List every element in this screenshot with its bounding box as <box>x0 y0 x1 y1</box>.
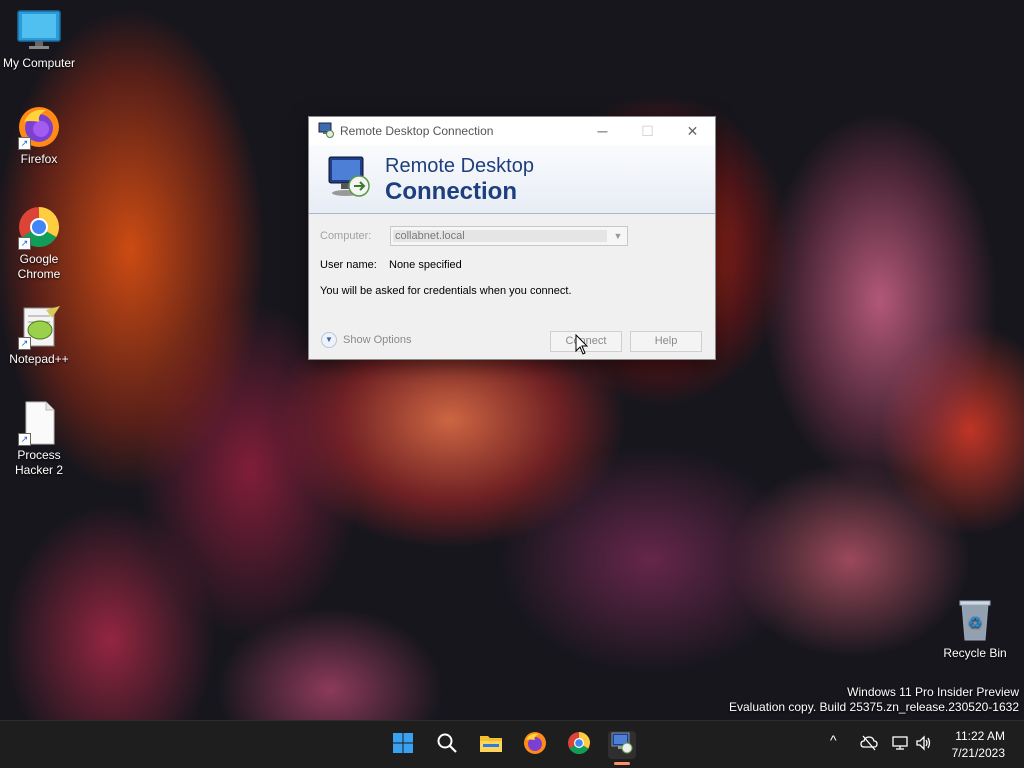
computer-label: Computer: <box>320 230 372 242</box>
username-value: None specified <box>389 259 462 271</box>
show-options-label: Show Options <box>343 334 412 346</box>
svg-text:♻: ♻ <box>968 613 982 632</box>
cloud-offline-icon[interactable] <box>860 735 878 754</box>
firefox-taskbar-button[interactable] <box>521 731 549 759</box>
watermark-build: Evaluation copy. Build 25375.zn_release.… <box>729 700 1019 714</box>
desktop-icon-label: Firefox <box>20 152 58 166</box>
maximize-button: ☐ <box>641 122 654 139</box>
show-hidden-icons-chevron-icon[interactable]: ^ <box>830 732 837 748</box>
show-options-toggle[interactable]: ▼ Show Options <box>321 332 411 348</box>
minimize-button[interactable]: ─ <box>580 123 625 139</box>
taskbar: ^ 11:22 AM 7/21/2023 <box>0 720 1024 768</box>
volume-icon[interactable] <box>915 735 933 754</box>
search-icon <box>436 732 458 759</box>
active-app-indicator <box>614 762 630 765</box>
taskbar-clock[interactable]: 11:22 AM 7/21/2023 <box>952 728 1005 762</box>
start-button[interactable] <box>389 731 417 759</box>
recycle-bin-icon: ♻ <box>952 598 998 644</box>
shortcut-arrow-icon: ↗ <box>18 337 31 350</box>
firefox-icon: ↗ <box>16 104 62 150</box>
banner-title-line2: Connection <box>385 178 517 205</box>
banner-title-line1: Remote Desktop <box>385 155 534 177</box>
mouse-cursor-icon <box>575 333 589 361</box>
firefox-icon <box>523 731 547 760</box>
shortcut-arrow-icon: ↗ <box>18 237 31 250</box>
folder-icon <box>479 732 503 759</box>
search-button[interactable] <box>433 731 461 759</box>
dialog-banner: Remote Desktop Connection <box>309 145 715 214</box>
desktop: My Computer ↗ Firefox ↗ Google Chrome ↗ … <box>0 0 1024 768</box>
chevron-down-icon: ▼ <box>321 332 337 348</box>
username-label: User name: <box>320 259 377 271</box>
chrome-icon: ↗ <box>16 204 62 250</box>
dialog-titlebar[interactable]: Remote Desktop Connection ─ ☐ ✕ <box>309 117 715 145</box>
desktop-icon-label: Google Chrome <box>17 252 61 281</box>
desktop-icon-recycle-bin[interactable]: ♻ Recycle Bin <box>936 598 1014 661</box>
desktop-icon-label: Notepad++ <box>9 352 69 366</box>
shortcut-arrow-icon: ↗ <box>18 137 31 150</box>
desktop-icon-my-computer[interactable]: My Computer <box>0 8 78 71</box>
remote-desktop-dialog: Remote Desktop Connection ─ ☐ ✕ Remote D… <box>308 116 716 360</box>
desktop-icon-notepad-plus-plus[interactable]: ↗ Notepad++ <box>0 304 78 367</box>
remote-desktop-taskbar-button[interactable] <box>608 731 636 759</box>
monitor-icon <box>0 8 78 54</box>
clock-date: 7/21/2023 <box>951 746 1005 760</box>
clock-time: 11:22 AM <box>955 729 1005 743</box>
network-icon[interactable] <box>891 735 909 754</box>
chrome-taskbar-button[interactable] <box>565 731 593 759</box>
desktop-icon-label: Recycle Bin <box>943 646 1007 660</box>
desktop-icon-label: My Computer <box>2 56 76 70</box>
close-button[interactable]: ✕ <box>670 123 715 140</box>
computer-combobox[interactable]: collabnet.local ▼ <box>390 226 628 246</box>
remote-desktop-icon <box>318 122 334 141</box>
file-icon: ↗ <box>16 400 62 446</box>
desktop-icon-firefox[interactable]: ↗ Firefox <box>0 104 78 167</box>
remote-desktop-monitor-icon <box>325 153 373 204</box>
chevron-down-icon[interactable]: ▼ <box>609 227 627 245</box>
windows-logo-icon <box>392 732 414 759</box>
desktop-icon-process-hacker[interactable]: ↗ Process Hacker 2 <box>0 400 78 478</box>
chrome-icon <box>567 731 591 760</box>
dialog-title: Remote Desktop Connection <box>340 124 494 138</box>
credentials-info-text: You will be asked for credentials when y… <box>320 285 572 297</box>
file-explorer-button[interactable] <box>477 731 505 759</box>
remote-desktop-icon <box>610 731 634 760</box>
desktop-icon-label: Process Hacker 2 <box>14 448 64 477</box>
shortcut-arrow-icon: ↗ <box>18 433 31 446</box>
watermark-edition: Windows 11 Pro Insider Preview <box>847 685 1019 699</box>
desktop-icon-google-chrome[interactable]: ↗ Google Chrome <box>0 204 78 282</box>
help-button[interactable]: Help <box>630 331 702 352</box>
notepad-plus-plus-icon: ↗ <box>16 304 62 350</box>
computer-value: collabnet.local <box>395 230 465 242</box>
